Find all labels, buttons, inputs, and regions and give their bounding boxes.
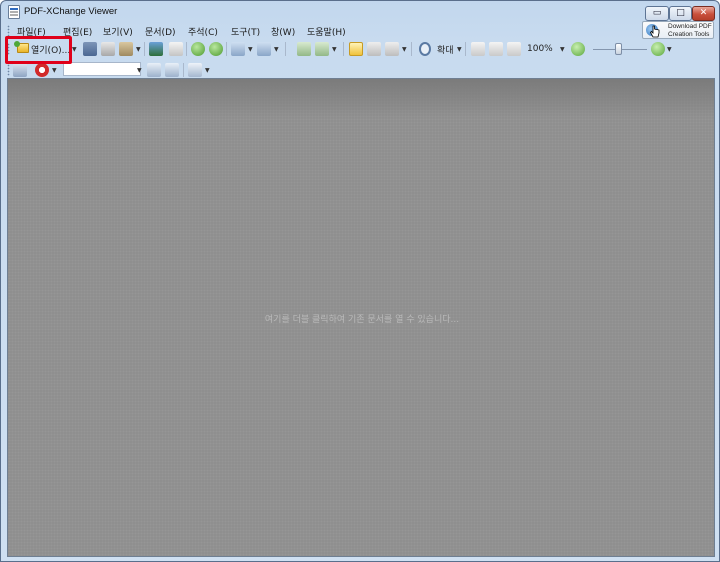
- download-promo-label: Download PDF Creation Tools: [668, 23, 712, 38]
- zoom-out-icon[interactable]: [571, 42, 585, 56]
- document-workspace[interactable]: 여기를 더블 클릭하여 기존 문서를 열 수 있습니다...: [7, 78, 715, 557]
- pen-dropdown-icon[interactable]: ▼: [205, 67, 210, 74]
- menu-view[interactable]: 보기(V): [101, 25, 135, 38]
- app-icon[interactable]: [8, 5, 20, 19]
- search-input[interactable]: [63, 62, 141, 76]
- open-dropdown-icon[interactable]: ▼: [72, 46, 77, 53]
- menu-window[interactable]: 창(W): [269, 25, 297, 38]
- fit-page-icon[interactable]: [489, 42, 503, 56]
- window-title: PDF-XChange Viewer: [24, 6, 118, 17]
- save-icon[interactable]: [83, 42, 97, 56]
- zoom-in-icon[interactable]: [651, 42, 665, 56]
- close-icon: ✕: [699, 8, 708, 18]
- zoom-level-combo[interactable]: 100%: [527, 44, 553, 54]
- hand-cursor-icon: [650, 25, 660, 38]
- forward-icon[interactable]: [209, 42, 223, 56]
- minimize-button[interactable]: ▭: [645, 6, 669, 21]
- no-entry-icon[interactable]: [35, 63, 49, 77]
- snapshot-dropdown-icon[interactable]: ▼: [402, 46, 407, 53]
- print-icon[interactable]: [101, 42, 115, 56]
- menu-help[interactable]: 도움말(H): [305, 25, 348, 38]
- zoom-tool-label[interactable]: 확대: [437, 43, 454, 56]
- main-toolbar: 열기(O)... ▼ ▼ ▼ ▼ ▼ ▼ 확대 ▼ 100% ▼ ▼: [5, 39, 715, 59]
- search-options-icon[interactable]: [165, 63, 179, 77]
- redo-icon[interactable]: [257, 42, 271, 56]
- fit-width-icon[interactable]: [507, 42, 521, 56]
- toolbar-overflow-icon[interactable]: ▼: [667, 46, 672, 53]
- toolbar-separator: [186, 42, 187, 56]
- app-window: PDF-XChange Viewer ▭ □ ✕ Download PDF Cr…: [0, 0, 720, 562]
- pen-tool-icon[interactable]: [188, 63, 202, 77]
- select-text-icon[interactable]: [367, 42, 381, 56]
- toolbar-grip[interactable]: [7, 64, 10, 76]
- maximize-icon: □: [676, 8, 685, 18]
- open-document-hint: 여기를 더블 클릭하여 기존 문서를 열 수 있습니다...: [264, 315, 460, 325]
- toolbar-separator: [226, 42, 227, 56]
- rotate-right-icon[interactable]: [315, 42, 329, 56]
- undo-icon[interactable]: [231, 42, 245, 56]
- zoom-slider-thumb[interactable]: [615, 43, 622, 55]
- highlight-open-button-box: [5, 36, 72, 64]
- toolbar-separator: [183, 63, 184, 77]
- toolbar-separator: [343, 42, 344, 56]
- rotate-left-icon[interactable]: [297, 42, 311, 56]
- minimize-icon: ▭: [652, 8, 662, 18]
- toolbar-separator: [465, 42, 466, 56]
- maximize-button[interactable]: □: [669, 6, 692, 21]
- scan-icon[interactable]: [149, 42, 163, 56]
- close-button[interactable]: ✕: [692, 6, 715, 21]
- toolbar-separator: [285, 42, 286, 56]
- stamp-dropdown-icon[interactable]: ▼: [52, 67, 57, 74]
- email-icon[interactable]: [119, 42, 133, 56]
- zoom-level-dropdown-icon[interactable]: ▼: [560, 46, 565, 53]
- toolbar-separator: [411, 42, 412, 56]
- email-dropdown-icon[interactable]: ▼: [136, 46, 141, 53]
- zoom-tool-dropdown-icon[interactable]: ▼: [457, 46, 462, 53]
- find-icon[interactable]: [147, 63, 161, 77]
- menu-bar: 파일(F) 편집(E) 보기(V) 문서(D) 주석(C) 도구(T) 창(W)…: [5, 23, 635, 39]
- links-icon[interactable]: [13, 63, 27, 77]
- rotate-dropdown-icon[interactable]: ▼: [332, 46, 337, 53]
- toolbar-separator: [144, 42, 145, 56]
- menu-comments[interactable]: 주석(C): [186, 25, 220, 38]
- snapshot-icon[interactable]: [385, 42, 399, 56]
- zoom-tool-icon[interactable]: [419, 42, 431, 56]
- ocr-icon[interactable]: [169, 42, 183, 56]
- title-bar[interactable]: PDF-XChange Viewer ▭ □ ✕: [1, 1, 719, 23]
- actual-size-icon[interactable]: [471, 42, 485, 56]
- menu-tools[interactable]: 도구(T): [229, 25, 262, 38]
- menu-document[interactable]: 문서(D): [143, 25, 178, 38]
- back-icon[interactable]: [191, 42, 205, 56]
- undo-dropdown-icon[interactable]: ▼: [248, 46, 253, 53]
- redo-dropdown-icon[interactable]: ▼: [274, 46, 279, 53]
- hand-tool-icon[interactable]: [349, 42, 363, 56]
- search-dropdown-icon[interactable]: ▼: [137, 67, 142, 74]
